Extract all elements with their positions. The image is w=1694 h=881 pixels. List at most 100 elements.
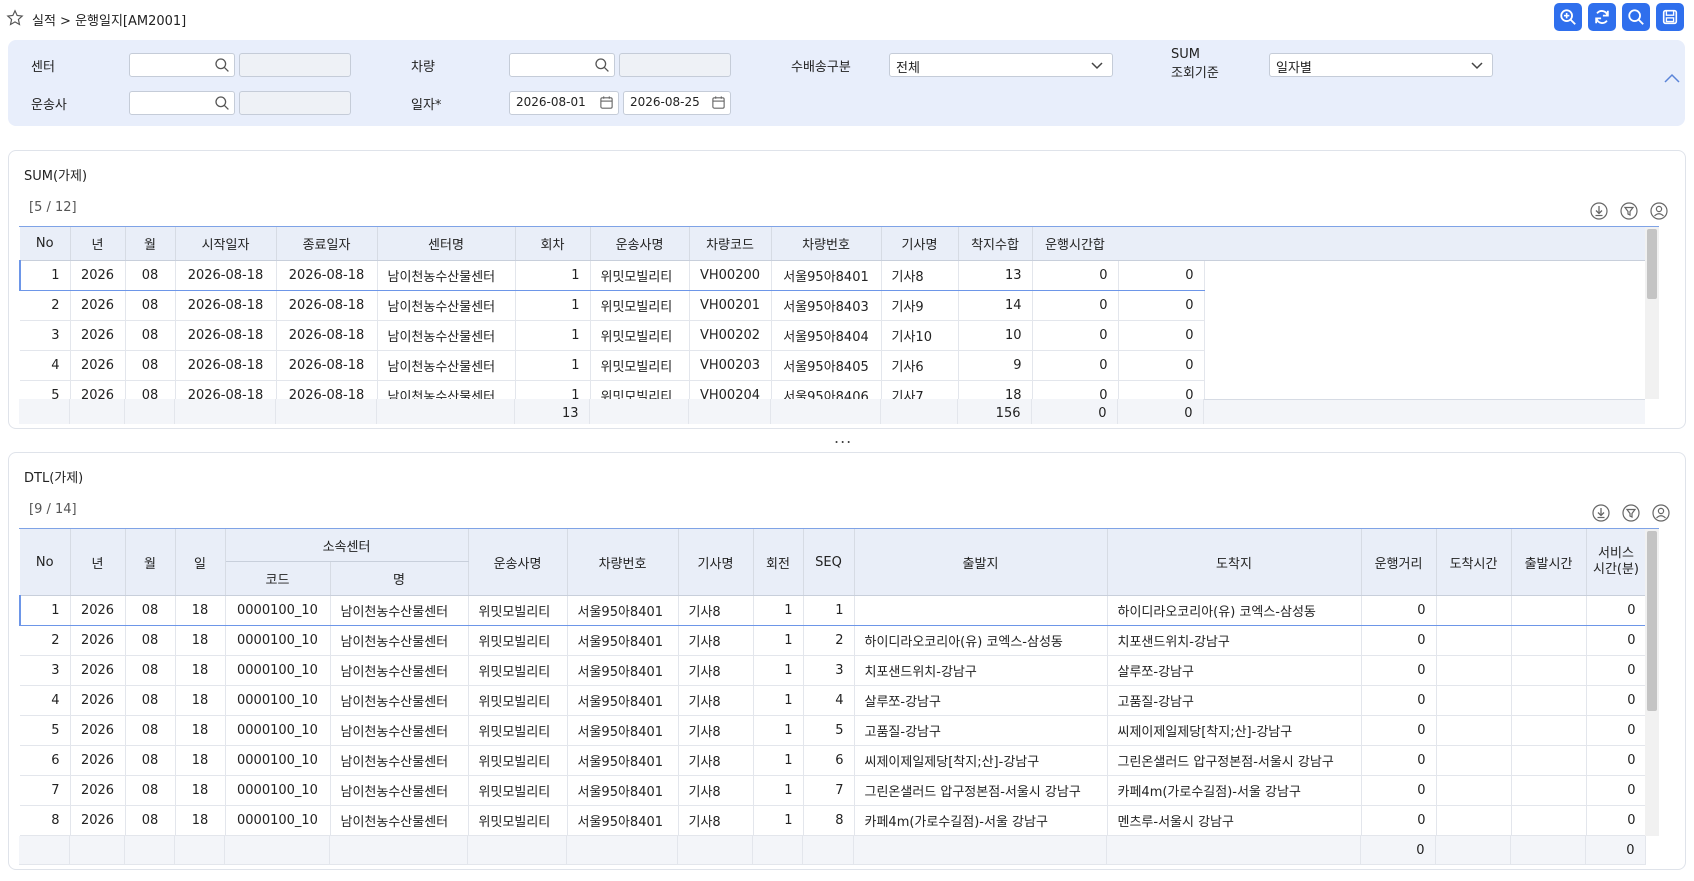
dtl-cell[interactable]: 3 xyxy=(20,655,71,686)
dtl-cell[interactable]: 6 xyxy=(803,745,855,776)
user-settings-icon[interactable] xyxy=(1649,201,1669,221)
dtl-cell[interactable]: 남이천농수산물센터 xyxy=(330,685,469,716)
dtl-cell[interactable]: 서울95아8401 xyxy=(567,715,679,746)
dtl-cell[interactable]: 남이천농수산물센터 xyxy=(330,745,469,776)
dtl-cell[interactable]: 0 xyxy=(1586,715,1647,746)
calendar-icon[interactable] xyxy=(711,95,726,110)
dtl-col-round[interactable]: 회전 xyxy=(753,529,804,596)
sum-cell[interactable]: 남이천농수산물센터 xyxy=(377,350,516,381)
dtl-cell[interactable]: 0000100_10 xyxy=(225,805,331,836)
dtl-cell[interactable]: 위밋모빌리티 xyxy=(468,715,568,746)
dtl-cell[interactable]: 0000100_10 xyxy=(225,625,331,656)
dtl-cell[interactable]: 위밋모빌리티 xyxy=(468,745,568,776)
sum-cell[interactable]: 서울95아8401 xyxy=(771,260,882,291)
dtl-col-carrier[interactable]: 운송사명 xyxy=(468,529,568,596)
sum-cell[interactable]: 2026-08-18 xyxy=(175,290,277,321)
dtl-cell[interactable]: 5 xyxy=(803,715,855,746)
sum-cell[interactable]: 남이천농수산물센터 xyxy=(377,320,516,351)
dtl-cell[interactable]: 0000100_10 xyxy=(225,715,331,746)
sum-cell[interactable]: 08 xyxy=(125,290,176,321)
sum-cell[interactable]: 서울95아8405 xyxy=(771,350,882,381)
sum-scroll-thumb[interactable] xyxy=(1647,229,1657,299)
dtl-cell[interactable]: 1 xyxy=(753,805,804,836)
sum-cell[interactable]: 3 xyxy=(20,320,71,351)
dtl-cell[interactable]: 카페4m(가로수길점)-서울 강남구 xyxy=(854,805,1108,836)
sum-col-header[interactable]: 차량번호 xyxy=(771,227,882,261)
dtl-cell[interactable]: 멘츠루-서울시 강남구 xyxy=(1107,805,1362,836)
sum-cell[interactable]: 기사8 xyxy=(881,260,959,291)
dtl-cell[interactable]: 2026 xyxy=(70,805,126,836)
sum-col-header[interactable]: 센터명 xyxy=(377,227,516,261)
sum-cell[interactable]: 2026 xyxy=(70,260,126,291)
dtl-col-from[interactable]: 출발지 xyxy=(854,529,1108,596)
dtl-cell[interactable]: 0000100_10 xyxy=(225,745,331,776)
sum-col-header[interactable]: 차량코드 xyxy=(689,227,772,261)
calendar-icon[interactable] xyxy=(599,95,614,110)
dtl-table-row[interactable]: 6 2026 08 18 0000100_10 남이천농수산물센터 위밋모빌리티 서울95아8… xyxy=(20,745,1647,776)
sum-vertical-scrollbar[interactable] xyxy=(1645,227,1659,399)
dtl-table-row[interactable]: 1 2026 08 18 0000100_10 남이천농수산물센터 위밋모빌리티 서울95아8… xyxy=(19,595,1647,626)
dtl-cell[interactable]: 08 xyxy=(125,805,176,836)
refresh-button[interactable] xyxy=(1588,3,1616,31)
sum-cell[interactable]: 1 xyxy=(515,320,591,351)
sum-col-header[interactable]: 기사명 xyxy=(881,227,959,261)
dtl-cell[interactable] xyxy=(1436,625,1512,656)
dtl-cell[interactable]: 0 xyxy=(1586,625,1647,656)
dtl-cell[interactable]: 3 xyxy=(803,655,855,686)
dtl-cell[interactable] xyxy=(1511,775,1587,806)
sum-cell[interactable]: 기사9 xyxy=(881,290,959,321)
dtl-cell[interactable] xyxy=(1436,655,1512,686)
sum-cell[interactable]: 2026 xyxy=(70,290,126,321)
sum-cell[interactable]: VH00203 xyxy=(689,350,772,381)
dtl-vertical-scrollbar[interactable] xyxy=(1645,529,1659,836)
sum-cell[interactable]: 2026 xyxy=(70,320,126,351)
dtl-cell[interactable] xyxy=(1511,685,1587,716)
dtl-cell[interactable]: 치포샌드위치-강남구 xyxy=(1107,625,1362,656)
sum-cell[interactable]: 1 xyxy=(515,350,591,381)
dtl-cell[interactable]: 2026 xyxy=(70,745,126,776)
sum-cell[interactable]: 0 xyxy=(1032,290,1119,321)
dtl-cell[interactable]: 8 xyxy=(803,805,855,836)
dtl-cell[interactable]: 0 xyxy=(1361,745,1437,776)
sum-col-header[interactable]: 종료일자 xyxy=(276,227,378,261)
sum-cell[interactable]: 2026-08-18 xyxy=(276,260,378,291)
dtl-cell[interactable]: 1 xyxy=(753,625,804,656)
dtl-cell[interactable]: 4 xyxy=(20,685,71,716)
dtl-cell[interactable] xyxy=(854,595,1108,626)
dtl-cell[interactable]: 1 xyxy=(753,685,804,716)
sum-cell[interactable]: 기사6 xyxy=(881,350,959,381)
dtl-cell[interactable]: 남이천농수산물센터 xyxy=(330,595,469,626)
dtl-cell[interactable]: 서울95아8401 xyxy=(567,805,679,836)
dtl-table-row[interactable]: 7 2026 08 18 0000100_10 남이천농수산물센터 위밋모빌리티 서울95아8… xyxy=(20,775,1647,806)
dtl-cell[interactable]: 남이천농수산물센터 xyxy=(330,655,469,686)
dtl-cell[interactable]: 서울95아8401 xyxy=(567,745,679,776)
dtl-cell[interactable]: 위밋모빌리티 xyxy=(468,595,568,626)
dtl-table-row[interactable]: 5 2026 08 18 0000100_10 남이천농수산물센터 위밋모빌리티 서울95아8… xyxy=(20,715,1647,746)
sum-cell[interactable]: 2026-08-18 xyxy=(276,350,378,381)
dtl-cell[interactable]: 18 xyxy=(175,625,226,656)
collapse-chevron-up-icon[interactable] xyxy=(1663,72,1681,86)
sum-cell[interactable]: 서울95아8403 xyxy=(771,290,882,321)
dtl-table-row[interactable]: 3 2026 08 18 0000100_10 남이천농수산물센터 위밋모빌리티 서울95아8… xyxy=(20,655,1647,686)
dtl-col-center-code[interactable]: 코드 xyxy=(225,561,331,596)
sum-cell[interactable]: 1 xyxy=(515,260,591,291)
sum-cell[interactable]: 2026-08-18 xyxy=(175,320,277,351)
dtl-cell[interactable]: 그린온샐러드 압구정본점-서울시 강남구 xyxy=(1107,745,1362,776)
sum-cell[interactable]: 위밋모빌리티 xyxy=(590,260,690,291)
dtl-cell[interactable]: 08 xyxy=(125,625,176,656)
sum-cell[interactable]: 서울95아8404 xyxy=(771,320,882,351)
dtl-table-row[interactable]: 8 2026 08 18 0000100_10 남이천농수산물센터 위밋모빌리티 서울95아8… xyxy=(20,805,1647,836)
sum-cell[interactable]: 13 xyxy=(958,260,1033,291)
sum-cell[interactable]: 2026-08-18 xyxy=(276,320,378,351)
save-button[interactable] xyxy=(1656,3,1684,31)
dtl-cell[interactable] xyxy=(1436,805,1512,836)
dtl-cell[interactable]: 0 xyxy=(1586,805,1647,836)
date-to-input[interactable]: 2026-08-25 xyxy=(623,91,731,115)
zoom-in-button[interactable] xyxy=(1554,3,1582,31)
dtl-cell[interactable]: 0000100_10 xyxy=(225,655,331,686)
sum-cell[interactable]: 0 xyxy=(1118,290,1205,321)
dtl-cell[interactable]: 0 xyxy=(1586,685,1647,716)
vehicle-code-input[interactable] xyxy=(509,53,615,77)
dtl-cell[interactable]: 하이디라오코리아(유) 코엑스-삼성동 xyxy=(1107,595,1362,626)
dtl-cell[interactable]: 5 xyxy=(20,715,71,746)
